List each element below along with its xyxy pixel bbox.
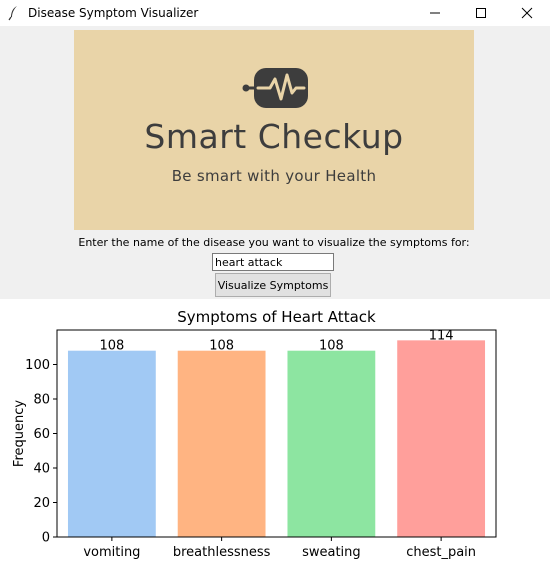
x-tick-label: vomiting <box>83 545 140 560</box>
chart-title: Symptoms of Heart Attack <box>177 308 376 326</box>
y-tick-label: 80 <box>33 393 50 408</box>
chart-area: 108 vomiting 108 breathlessness 108 sweating 1… <box>0 299 550 567</box>
y-tick-label: 60 <box>33 427 50 442</box>
bar-data-label: 108 <box>99 339 124 354</box>
bar-data-label: 108 <box>319 339 344 354</box>
symptom-bar-chart: 108 vomiting 108 breathlessness 108 sweating 1… <box>12 308 497 560</box>
bar <box>287 350 376 537</box>
feather-icon <box>6 5 22 21</box>
bar <box>177 350 266 537</box>
disease-prompt-label: Enter the name of the disease you want t… <box>78 236 470 249</box>
y-tick-label: 40 <box>33 462 50 477</box>
window-title: Disease Symptom Visualizer <box>28 6 199 20</box>
minimize-icon <box>430 12 440 14</box>
bar <box>67 350 156 537</box>
x-tick-label: sweating <box>302 545 361 560</box>
app-window: Disease Symptom Visualizer Smart Checkup… <box>0 0 550 567</box>
y-axis-label: Frequency <box>12 400 27 467</box>
maximize-button[interactable] <box>458 0 504 26</box>
minimize-button[interactable] <box>412 0 458 26</box>
y-tick-label: 20 <box>33 496 50 511</box>
title-bar: Disease Symptom Visualizer <box>0 0 550 26</box>
heartbeat-monitor-icon <box>242 68 308 108</box>
maximize-icon <box>476 8 486 18</box>
y-tick-label: 100 <box>25 358 50 373</box>
bar-data-label: 108 <box>209 339 234 354</box>
banner-subtitle: Be smart with your Health <box>171 167 377 185</box>
bar-data-label: 114 <box>429 328 454 343</box>
y-tick-label: 0 <box>42 531 50 546</box>
close-button[interactable] <box>504 0 550 26</box>
banner-title: Smart Checkup <box>144 117 404 156</box>
close-icon <box>521 7 533 19</box>
x-tick-label: breathlessness <box>173 545 271 560</box>
x-tick-label: chest_pain <box>406 545 476 560</box>
disease-input[interactable] <box>212 253 334 271</box>
visualize-symptoms-button[interactable]: Visualize Symptoms <box>215 273 331 297</box>
window-controls <box>412 0 550 26</box>
bar <box>397 340 486 537</box>
